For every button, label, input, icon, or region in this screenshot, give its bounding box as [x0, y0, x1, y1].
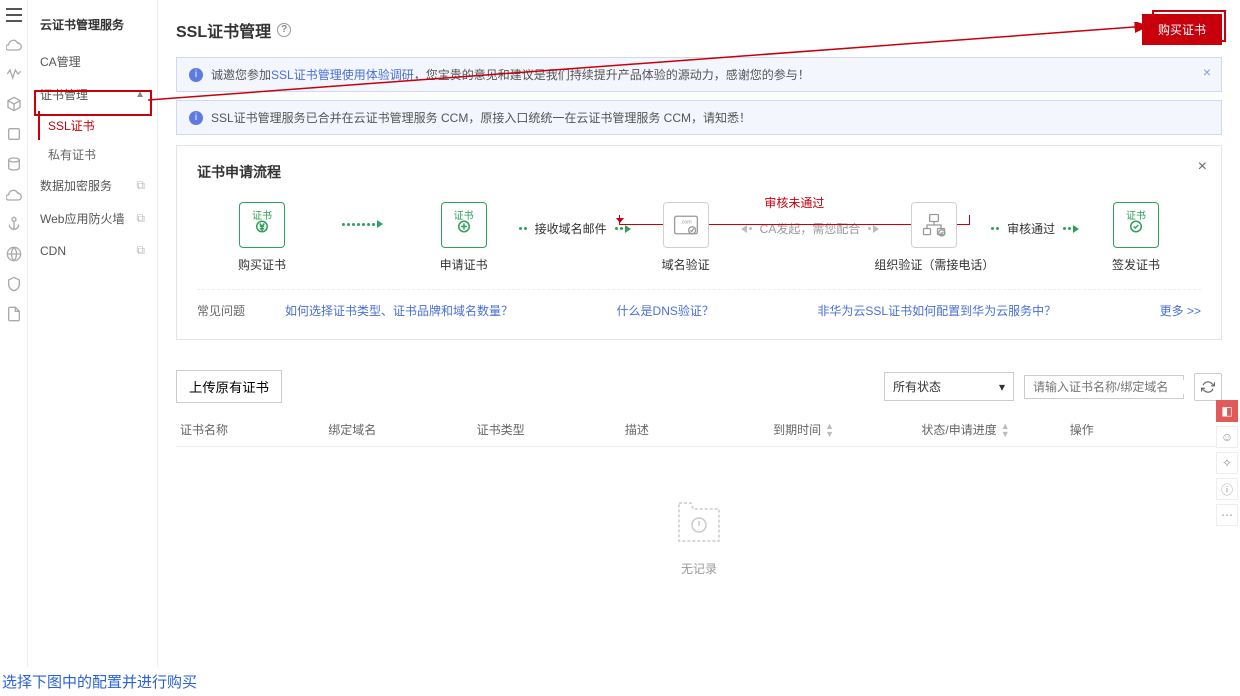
flow-card: × 证书申请流程 审核未通过 证书 购买证书 证书 申请证书 接收域名邮件 [176, 145, 1222, 340]
col-name: 证书名称 [180, 421, 328, 438]
notice-ccm: i SSL证书管理服务已合并在云证书管理服务 CCM，原接入口统统一在云证书管理… [176, 100, 1222, 135]
sort-icon: ▲▼ [1001, 422, 1010, 438]
faq-link-1[interactable]: 如何选择证书类型、证书品牌和域名数量？ [285, 302, 513, 319]
sidebar-title: 云证书管理服务 [28, 10, 157, 45]
faq-link-2[interactable]: 什么是DNS验证？ [617, 302, 714, 319]
notice-survey: i 诚邀您参加SSL证书管理使用体验调研，您宝贵的意见和建议是我们持续提升产品体… [176, 57, 1222, 92]
doc-icon[interactable] [6, 306, 22, 322]
sidebar-item-waf[interactable]: Web应用防火墙⧉ [28, 202, 157, 235]
db-icon[interactable] [6, 156, 22, 172]
external-icon: ⧉ [136, 243, 145, 258]
shield-icon[interactable] [6, 276, 22, 292]
menu-icon[interactable] [6, 8, 22, 22]
step-issue: 证书 签发证书 [1081, 202, 1191, 273]
info-icon: i [189, 68, 203, 82]
col-desc: 描述 [625, 421, 773, 438]
svg-text:.com: .com [680, 219, 692, 225]
step-buy: 证书 购买证书 [207, 202, 317, 273]
globe-icon[interactable] [6, 246, 22, 262]
close-icon[interactable]: × [1203, 64, 1211, 80]
sidebar-item-cdn[interactable]: CDN⧉ [28, 235, 157, 266]
flow-steps: 审核未通过 证书 购买证书 证书 申请证书 接收域名邮件 .com 域名验证 [197, 202, 1201, 289]
cloud2-icon[interactable] [6, 186, 22, 202]
org-icon [920, 211, 948, 239]
wave-icon[interactable] [6, 66, 22, 82]
table-toolbar: 上传原有证书 所有状态▾ [176, 370, 1222, 403]
cube-icon[interactable] [6, 96, 22, 112]
col-type: 证书类型 [477, 421, 625, 438]
flow-label-pass: 审核通过 [1007, 220, 1055, 237]
info-icon: i [189, 111, 203, 125]
caret-down-icon: ▾ [999, 380, 1005, 394]
anchor-icon[interactable] [6, 216, 22, 232]
sidebar-item-private[interactable]: 私有证书 [28, 140, 157, 169]
status-filter[interactable]: 所有状态▾ [884, 372, 1014, 401]
faq-link-3[interactable]: 非华为云SSL证书如何配置到华为云服务中？ [817, 302, 1056, 319]
help-icon[interactable]: ? [277, 23, 291, 37]
table-header: 证书名称 绑定域名 证书类型 描述 到期时间▲▼ 状态/申请进度▲▼ 操作 [176, 413, 1222, 447]
step-apply: 证书 申请证书 [409, 202, 519, 273]
domain-icon: .com [672, 211, 700, 239]
external-icon: ⧉ [136, 211, 145, 226]
upload-cert-button[interactable]: 上传原有证书 [176, 370, 282, 403]
sort-icon: ▲▼ [825, 422, 834, 438]
caption-text: 选择下图中的配置并进行购买 [0, 667, 1240, 696]
refresh-button[interactable] [1194, 373, 1222, 401]
flow-title: 证书申请流程 [197, 162, 1201, 182]
refresh-icon [1201, 380, 1215, 394]
external-icon: ⧉ [136, 178, 145, 193]
sidebar-item-cert-mgmt[interactable]: 证书管理▲ [28, 78, 157, 111]
float-buttons: ◧ ☺ ✧ ⓘ ⋯ [1216, 400, 1238, 526]
sidebar: 云证书管理服务 CA管理 证书管理▲ SSL证书 私有证书 数据加密服务⧉ We… [28, 0, 158, 667]
col-expire[interactable]: 到期时间▲▼ [773, 421, 921, 438]
float-feedback[interactable]: ◧ [1216, 400, 1238, 422]
square-icon[interactable] [6, 126, 22, 142]
col-status[interactable]: 状态/申请进度▲▼ [921, 421, 1069, 438]
survey-link[interactable]: SSL证书管理使用体验调研 [271, 68, 414, 82]
search-box [1024, 375, 1184, 399]
icon-rail [0, 0, 28, 667]
faq-more-link[interactable]: 更多 >> [1160, 302, 1201, 319]
col-domain: 绑定域名 [328, 421, 476, 438]
float-smile[interactable]: ☺ [1216, 426, 1238, 448]
sidebar-item-data-enc[interactable]: 数据加密服务⧉ [28, 169, 157, 202]
empty-icon [176, 497, 1222, 550]
col-ops: 操作 [1070, 421, 1218, 438]
float-more[interactable]: ⋯ [1216, 504, 1238, 526]
faq-row: 常见问题 如何选择证书类型、证书品牌和域名数量？ 什么是DNS验证？ 非华为云S… [197, 289, 1201, 319]
flow-label-recv: 接收域名邮件 [535, 220, 607, 237]
caret-up-icon: ▲ [135, 89, 145, 100]
close-icon[interactable]: × [1198, 158, 1207, 176]
sidebar-item-ca[interactable]: CA管理 [28, 45, 157, 78]
float-help[interactable]: ✧ [1216, 452, 1238, 474]
search-input[interactable] [1033, 380, 1188, 394]
empty-state: 无记录 [176, 447, 1222, 627]
main-content: SSL证书管理? 购买证书 i 诚邀您参加SSL证书管理使用体验调研，您宝贵的意… [158, 0, 1240, 667]
page-title: SSL证书管理? [176, 18, 291, 42]
float-info[interactable]: ⓘ [1216, 478, 1238, 500]
cloud-icon[interactable] [6, 36, 22, 52]
sidebar-item-ssl[interactable]: SSL证书 [28, 111, 157, 140]
buy-cert-button[interactable]: 购买证书 [1142, 14, 1222, 45]
